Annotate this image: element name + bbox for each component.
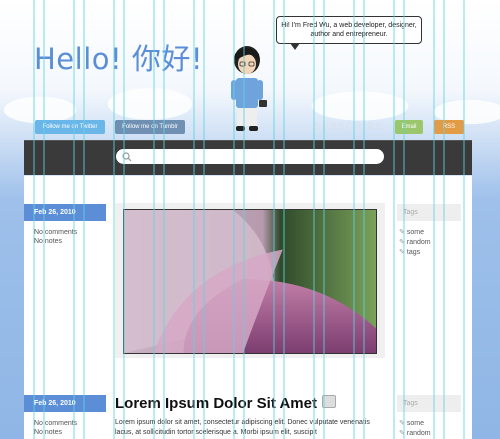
- tag-item[interactable]: ✎ some: [399, 419, 431, 429]
- follow-tumblr-button[interactable]: Follow me on Tumblr: [115, 120, 185, 134]
- post-photo[interactable]: [123, 209, 377, 354]
- tags-list: ✎ some ✎ random ✎ tags: [399, 228, 431, 258]
- avatar: [231, 46, 267, 131]
- tag-icon: ✎: [399, 430, 405, 437]
- post-type-icon: [322, 395, 336, 408]
- post-body: Lorem ipsum dolor sit amet, consectetur …: [115, 419, 370, 436]
- tags-heading: Tags: [397, 204, 461, 221]
- subscribe-label: SUBSCRIBE: [314, 121, 385, 131]
- post-notes-link[interactable]: No notes: [34, 237, 62, 246]
- tag-icon: ✎: [399, 239, 405, 246]
- tags-heading: Tags: [397, 395, 461, 412]
- post-notes-link[interactable]: No notes: [34, 428, 62, 437]
- tag-item[interactable]: ✎ tags: [399, 248, 431, 258]
- post-comments-link[interactable]: No comments: [34, 419, 77, 428]
- rss-subscribe-button[interactable]: RSS: [434, 120, 464, 134]
- post-title[interactable]: Lorem Ipsum Dolor Sit Amet: [115, 395, 317, 412]
- tag-icon: ✎: [399, 229, 405, 236]
- email-subscribe-button[interactable]: Email: [395, 120, 423, 134]
- speech-bubble-tail: [290, 43, 300, 50]
- tag-item[interactable]: ✎ random: [399, 429, 431, 439]
- tag-item[interactable]: ✎ random: [399, 238, 431, 248]
- tag-item[interactable]: ✎ some: [399, 228, 431, 238]
- tag-icon: ✎: [399, 420, 405, 427]
- search-icon: [122, 152, 132, 162]
- post-date: Feb 26, 2010: [24, 204, 106, 221]
- post-date: Feb 26, 2010: [24, 395, 106, 412]
- follow-twitter-button[interactable]: Follow me on Twitter: [35, 120, 105, 134]
- speech-bubble: Hi! I'm Fred Wu, a web developer, design…: [276, 16, 422, 44]
- search-input[interactable]: [116, 149, 384, 164]
- site-title: Hello! 你好!: [34, 42, 203, 76]
- post-comments-link[interactable]: No comments: [34, 228, 77, 237]
- tag-icon: ✎: [399, 249, 405, 256]
- tags-list: ✎ some ✎ random: [399, 419, 431, 439]
